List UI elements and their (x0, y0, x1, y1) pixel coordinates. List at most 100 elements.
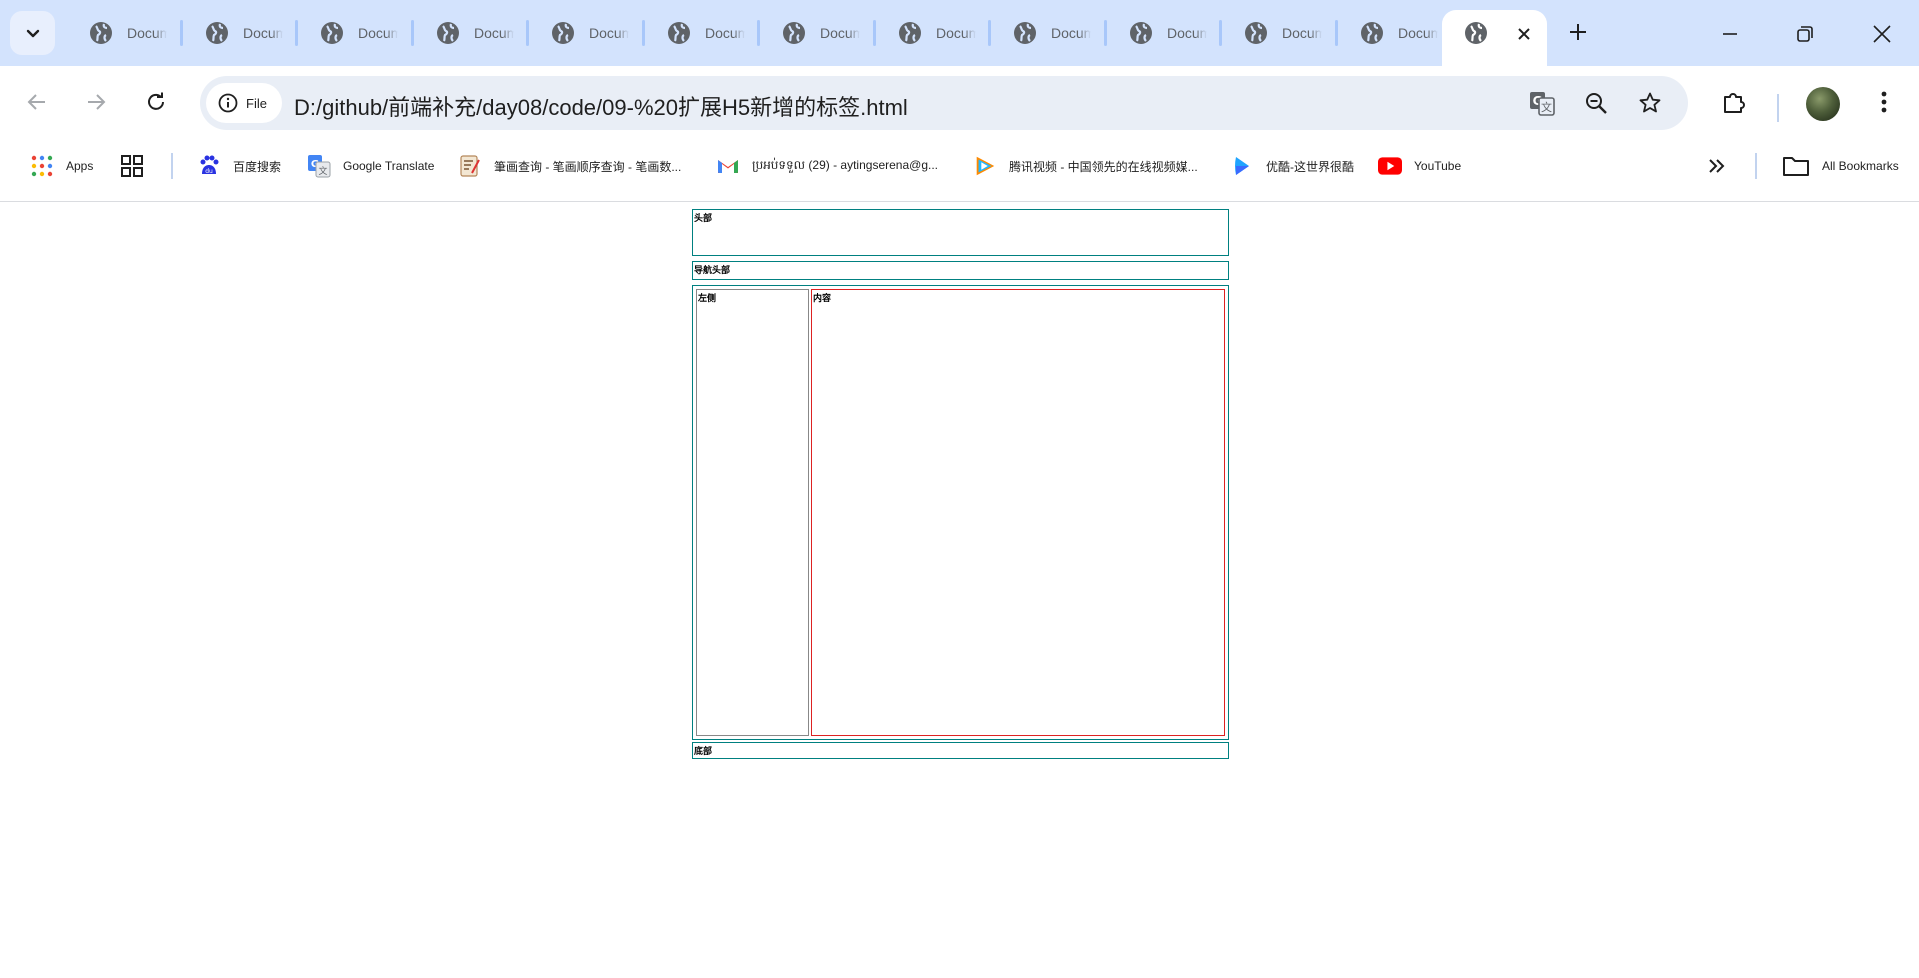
nav-label: 导航头部 (694, 266, 731, 276)
plus-icon (1570, 24, 1586, 40)
tab-title: Docum (1051, 25, 1091, 41)
translate-button[interactable]: G 文 (1527, 88, 1557, 118)
new-tab-button[interactable] (1562, 16, 1594, 48)
tab[interactable]: Docum (644, 12, 745, 54)
globe-icon (1014, 22, 1036, 44)
svg-text:文: 文 (1541, 100, 1552, 114)
bookmark-label: ប្រអប់ទទួល (29) - aytingserena@g... (752, 158, 938, 172)
tab[interactable]: Docum (1221, 12, 1322, 54)
tab-separator (1335, 20, 1338, 46)
restore-button[interactable] (1785, 14, 1825, 54)
all-bookmarks-button[interactable]: All Bookmarks (1782, 151, 1899, 181)
bookmark-star-button[interactable] (1635, 88, 1665, 118)
tab-title: Docum (820, 25, 860, 41)
youku-icon (1230, 154, 1254, 178)
close-icon (1873, 25, 1891, 43)
bookmark-tencent-video[interactable]: 腾讯视频 - 中国领先的在线视频媒... (973, 151, 1198, 181)
tab-strip: Docum Docum Docum Docum Docum Docum Docum Docum… (0, 0, 1919, 66)
tab-separator (988, 20, 991, 46)
tab[interactable]: Docum (875, 12, 976, 54)
minimize-button[interactable] (1710, 14, 1750, 54)
tab-title: Docum (358, 25, 398, 41)
tab-separator (1219, 20, 1222, 46)
tab[interactable]: Docum (413, 12, 514, 54)
tab-separator (1104, 20, 1107, 46)
tab-search-button[interactable] (10, 11, 55, 55)
globe-icon (668, 22, 690, 44)
header-section: 头部 (692, 209, 1229, 256)
globe-icon (783, 22, 805, 44)
reload-button[interactable] (136, 82, 176, 122)
tab[interactable]: Docum (990, 12, 1091, 54)
globe-icon (899, 22, 921, 44)
globe-icon (1130, 22, 1152, 44)
svg-text:du: du (205, 168, 213, 175)
more-bookmarks-button[interactable] (1705, 151, 1729, 181)
bookmark-apps[interactable]: Apps (30, 151, 93, 181)
tab[interactable]: Docum (1106, 12, 1207, 54)
reload-icon (148, 92, 164, 110)
bookmark-label: Google Translate (343, 159, 435, 173)
globe-icon (552, 22, 574, 44)
tab[interactable]: Docum (1337, 12, 1438, 54)
tencent-video-icon (973, 154, 997, 178)
tab-groups-icon (120, 154, 144, 178)
tab[interactable]: Docum (297, 12, 398, 54)
apps-grid-icon (30, 154, 54, 178)
bookmark-label: All Bookmarks (1822, 159, 1899, 173)
tab-separator (757, 20, 760, 46)
arrow-left-icon (27, 94, 45, 110)
baidu-icon: du (197, 154, 221, 178)
close-window-button[interactable] (1862, 14, 1902, 54)
tab-separator (873, 20, 876, 46)
bihua-icon (458, 154, 482, 178)
bookmark-youku[interactable]: 优酷-这世界很酷 (1230, 151, 1354, 181)
page-viewport: 头部 导航头部 左侧 内容 底部 (0, 203, 1919, 978)
footer-section: 底部 (692, 742, 1229, 759)
translate-icon: G 文 (1530, 92, 1555, 116)
back-button[interactable] (17, 82, 57, 122)
chevron-double-right-icon (1705, 154, 1729, 178)
article-label: 内容 (813, 294, 832, 304)
profile-avatar[interactable] (1806, 87, 1840, 121)
globe-icon (1465, 22, 1487, 44)
omnibox[interactable]: File D:/github/前端补充/day08/code/09-%20扩展H… (200, 76, 1688, 130)
url-text[interactable]: D:/github/前端补充/day08/code/09-%20扩展H5新增的标… (294, 90, 908, 122)
globe-icon (1361, 22, 1383, 44)
footer-label: 底部 (694, 747, 713, 757)
tab[interactable]: Docum (528, 12, 629, 54)
globe-icon (321, 22, 343, 44)
tab-separator (295, 20, 298, 46)
star-icon (1639, 92, 1661, 113)
tab-title: Docum (936, 25, 976, 41)
tab[interactable]: Docum (66, 12, 167, 54)
bookmark-tab-groups[interactable] (120, 151, 144, 181)
zoom-out-icon (1586, 93, 1607, 114)
aside-section: 左侧 (696, 289, 809, 736)
bookmark-label: Apps (66, 159, 94, 173)
bookmark-google-translate[interactable]: G 文 Google Translate (307, 151, 434, 181)
bookmark-bihua[interactable]: 筆画查询 - 笔画顺序查询 - 笔画数... (458, 151, 681, 181)
bookmark-baidu[interactable]: du 百度搜索 (197, 151, 281, 181)
close-icon (1518, 28, 1530, 40)
gmail-icon (716, 154, 740, 178)
bookmark-gmail[interactable]: ប្រអប់ទទួល (29) - aytingserena@g... (716, 151, 938, 181)
site-info-chip[interactable]: File (206, 83, 282, 123)
bookmark-label: 百度搜索 (233, 159, 282, 174)
forward-button[interactable] (76, 82, 116, 122)
extensions-button[interactable] (1714, 82, 1754, 122)
tab-active[interactable] (1442, 10, 1547, 66)
tab-title: Docum (705, 25, 745, 41)
nav-section: 导航头部 (692, 261, 1229, 280)
tab[interactable]: Docum (759, 12, 860, 54)
info-icon (218, 93, 238, 113)
tab[interactable]: Docum (182, 12, 283, 54)
bookmark-label: YouTube (1414, 159, 1462, 173)
bookmark-label: 腾讯视频 - 中国领先的在线视频媒... (1009, 159, 1198, 174)
bookmark-youtube[interactable]: YouTube (1378, 151, 1461, 181)
minimize-icon (1723, 33, 1737, 35)
svg-text:文: 文 (318, 165, 327, 177)
menu-button[interactable] (1864, 82, 1904, 122)
zoom-button[interactable] (1581, 88, 1611, 118)
close-tab-button[interactable] (1512, 22, 1536, 46)
